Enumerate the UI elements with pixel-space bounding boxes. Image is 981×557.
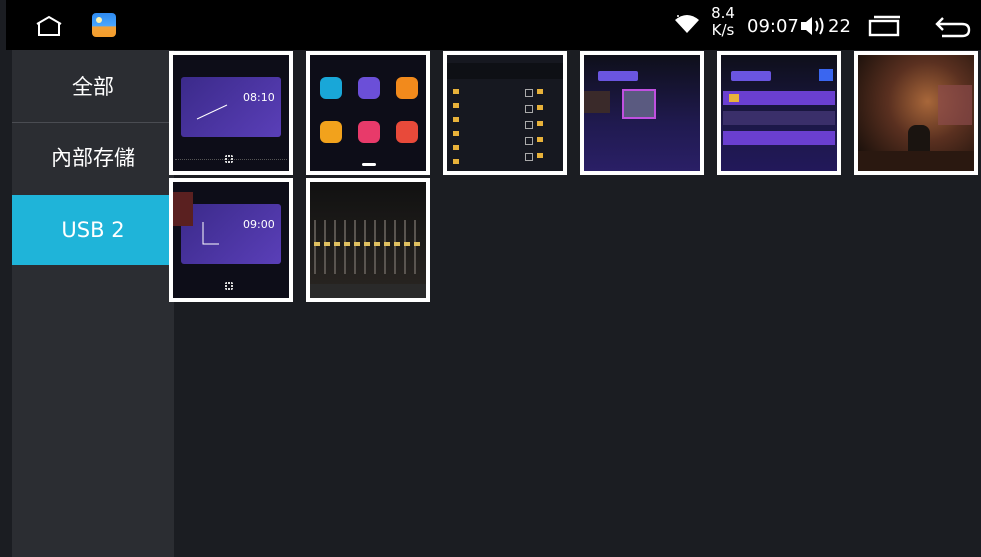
sidebar-item-label: USB 2 [61,218,125,242]
network-speed: 8.4 K/s [706,5,740,39]
source-sidebar: 全部 內部存儲 USB 2 [12,50,174,557]
status-bar: 8.4 K/s 09:07 22 [6,0,981,50]
sidebar-item-internal-storage[interactable]: 內部存儲 [12,123,174,193]
thumbnail-folder-list-screenshot[interactable] [717,51,841,175]
network-speed-value: 8.4 [711,4,735,22]
thumbnail-video-folder-screenshot[interactable] [580,51,704,175]
sidebar-item-all[interactable]: 全部 [12,52,174,122]
sidebar-item-label: 內部存儲 [51,146,135,170]
volume-icon[interactable] [799,15,827,37]
thumbnail-clock-time: 09:00 [243,218,275,231]
recents-icon[interactable] [868,15,902,37]
thumbnail-file-manager-screenshot[interactable] [443,51,567,175]
thumbnail-photo-piano-room[interactable] [854,51,978,175]
thumbnail-clock-time: 08:10 [243,91,275,104]
wifi-icon [675,15,699,33]
thumbnail-equalizer-screenshot[interactable] [306,178,430,302]
thumbnail-launcher-screenshot[interactable] [306,51,430,175]
gallery-app-icon[interactable] [92,13,116,37]
back-icon[interactable] [934,15,972,39]
volume-level: 22 [828,16,851,37]
thumbnail-clock-screenshot-2[interactable]: 09:00 [169,178,293,302]
thumbnail-clock-screenshot-1[interactable]: 08:10 [169,51,293,175]
status-clock: 09:07 [747,16,799,37]
sidebar-item-label: 全部 [72,75,114,99]
sidebar-item-usb-2[interactable]: USB 2 [12,195,174,265]
home-icon[interactable] [34,14,64,38]
network-speed-unit: K/s [711,21,735,39]
